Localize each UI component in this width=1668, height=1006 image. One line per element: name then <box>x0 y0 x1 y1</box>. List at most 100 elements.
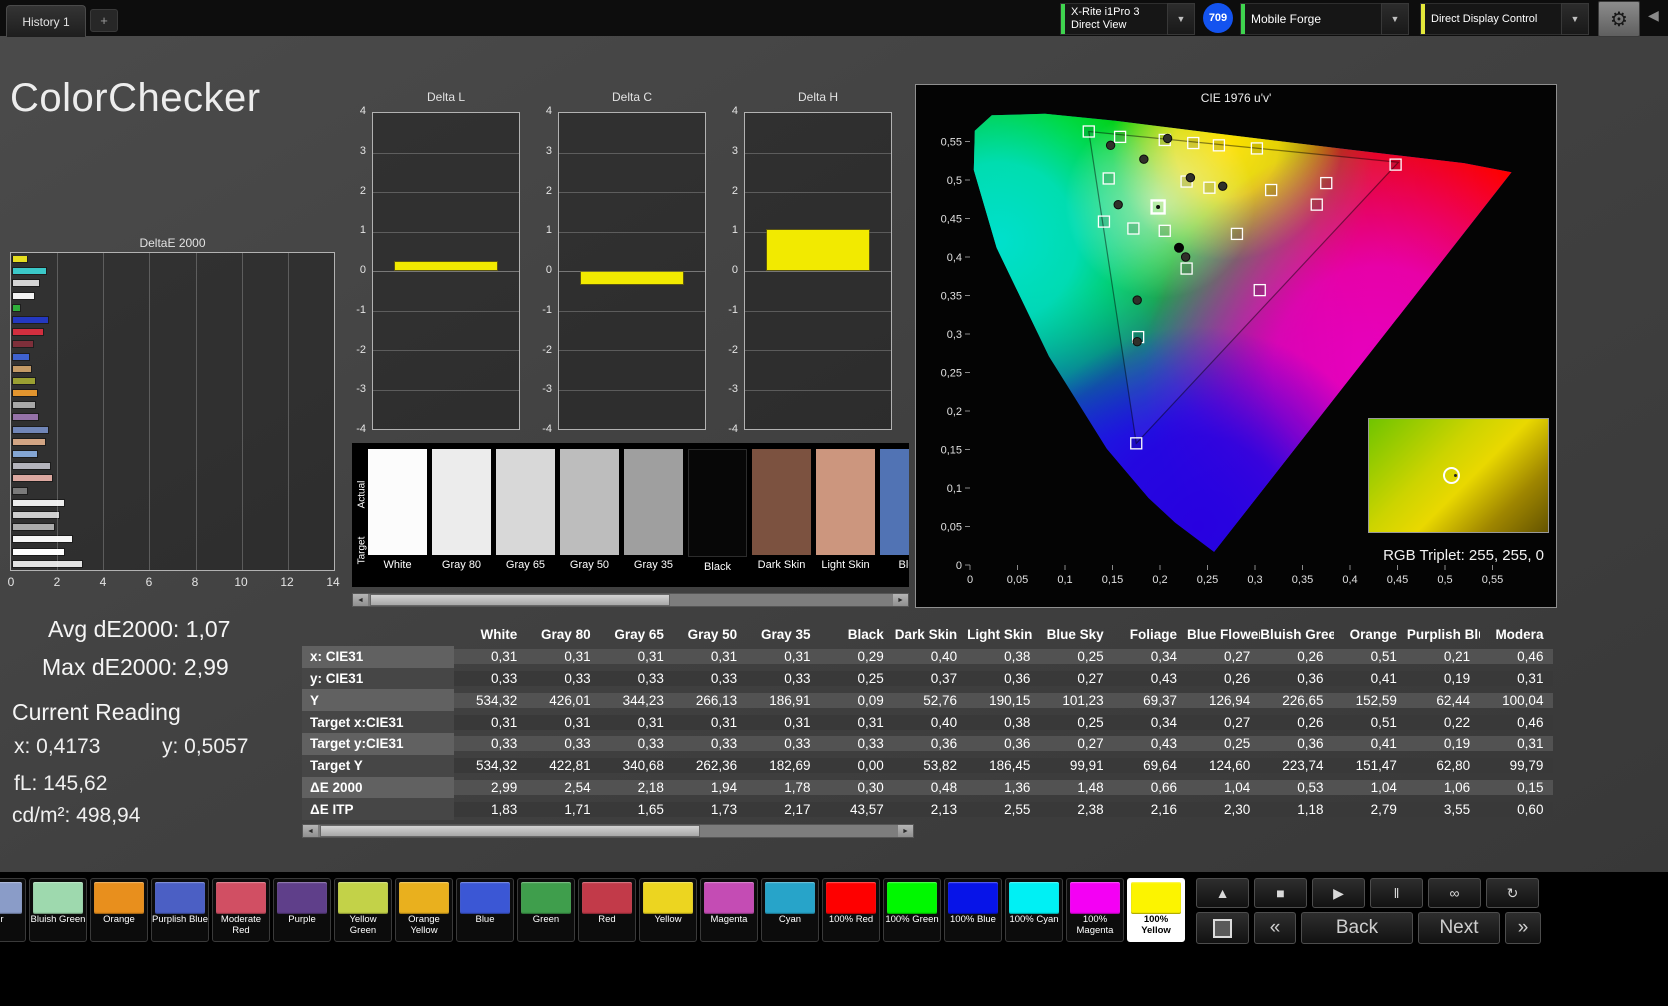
patch-button[interactable]: Purplish Blue <box>151 878 209 942</box>
x-tick-label: 8 <box>191 575 199 589</box>
collapse-up-button[interactable]: ▲ <box>1196 878 1249 908</box>
refresh-button[interactable]: ↻ <box>1486 878 1539 908</box>
refresh-icon: ↻ <box>1506 884 1519 901</box>
patch-button[interactable]: Orange Yellow <box>395 878 453 942</box>
table-scrollbar[interactable]: ◄ ► <box>302 824 914 838</box>
cie-y-tick: 0,25 <box>941 368 962 380</box>
patch-button[interactable]: 100% Green <box>883 878 941 942</box>
gridline <box>559 310 705 312</box>
patch-button[interactable]: 100% Blue <box>944 878 1002 942</box>
scroll-right-icon[interactable]: ► <box>898 825 913 837</box>
gridline <box>559 192 705 193</box>
table-cell: 1,36 <box>967 779 1041 795</box>
add-tab-button[interactable]: + <box>90 9 118 32</box>
back-skip-button[interactable]: « <box>1254 912 1296 944</box>
meter-dropdown-arrow[interactable]: ▼ <box>1167 3 1195 35</box>
table-cell: 1,06 <box>1406 779 1481 795</box>
play-button[interactable]: ▶ <box>1312 878 1365 908</box>
next-skip-button[interactable]: » <box>1505 912 1541 944</box>
table-cell: 0,31 <box>747 714 821 730</box>
swatch-strip-scrollbar[interactable]: ◄ ► <box>352 593 909 607</box>
table-cell: 190,15 <box>967 692 1041 708</box>
table-cell: 262,36 <box>673 758 748 774</box>
actual-axis-label: Actual <box>356 480 368 509</box>
patch-button[interactable]: Yellow <box>639 878 697 942</box>
table-cell: 0,51 <box>1333 714 1407 730</box>
patch-button[interactable]: 100% Magenta <box>1066 878 1124 942</box>
table-cell: 0,31 <box>454 714 528 730</box>
target-marker <box>1102 172 1115 185</box>
source-dropdown-arrow[interactable]: ▼ <box>1381 3 1409 35</box>
cie-x-tick: 0,1 <box>1057 574 1072 586</box>
scrollbar-thumb[interactable] <box>320 825 700 837</box>
patch-button-partial[interactable]: ver <box>0 878 26 942</box>
deltae-bar <box>13 560 82 567</box>
patch-swatch: Gray 35 <box>624 449 683 571</box>
scroll-left-icon[interactable]: ◄ <box>303 825 318 837</box>
collapse-panel-button[interactable]: ◀ <box>1648 7 1659 24</box>
patch-button[interactable]: Blue <box>456 878 514 942</box>
scroll-right-icon[interactable]: ► <box>893 594 908 606</box>
measurement-marker <box>1218 181 1228 191</box>
patch-button[interactable]: Cyan <box>761 878 819 942</box>
delta-c-bar <box>580 272 684 284</box>
table-cell: 0,25 <box>1186 736 1261 752</box>
scrollbar-track[interactable] <box>318 825 898 837</box>
table-cell: 0,25 <box>1040 714 1114 730</box>
meter-dropdown[interactable]: X-Rite i1Pro 3 Direct View <box>1060 3 1168 35</box>
target-marker <box>1158 224 1171 237</box>
scroll-left-icon[interactable]: ◄ <box>353 594 368 606</box>
scrollbar-track[interactable] <box>368 594 893 606</box>
patch-button[interactable]: Magenta <box>700 878 758 942</box>
deltae-bar <box>13 475 53 482</box>
gridline <box>103 253 105 570</box>
patch-name: Black <box>704 561 731 573</box>
patch-button-label: Blue <box>475 914 495 925</box>
scrollbar-thumb[interactable] <box>370 594 670 606</box>
selected-color-inset <box>1368 418 1549 533</box>
table-cell: 1,78 <box>747 779 821 795</box>
inset-measurement-dot <box>1454 474 1457 477</box>
table-cell: 1,83 <box>454 801 528 817</box>
patch-button[interactable]: Moderate Red <box>212 878 270 942</box>
patch-preview-strip: Actual Target White Gray 80 Gray 65 Gray 50… <box>352 443 909 587</box>
table-cell: 2,38 <box>1040 801 1114 817</box>
colorspace-709-badge[interactable]: 709 <box>1203 3 1233 33</box>
table-cell: 186,45 <box>967 758 1041 774</box>
deltae-bar <box>13 304 20 311</box>
table-cell: 0,31 <box>673 649 748 665</box>
pause-button[interactable]: ‖ <box>1370 878 1423 908</box>
patch-button[interactable]: 100% Cyan <box>1005 878 1063 942</box>
patch-button[interactable]: Purple <box>273 878 331 942</box>
patch-button[interactable]: 100% Yellow <box>1127 878 1185 942</box>
patch-name: Gray 65 <box>505 559 546 571</box>
table-cell: 0,43 <box>1113 736 1187 752</box>
table-cell: 2,13 <box>893 801 968 817</box>
display-control-dropdown-arrow[interactable]: ▼ <box>1561 3 1589 35</box>
table-cell: 0,33 <box>527 736 601 752</box>
loop-button[interactable]: ∞ <box>1428 878 1481 908</box>
patch-button[interactable]: Green <box>517 878 575 942</box>
deltae-chart-title: DeltaE 2000 <box>139 236 206 250</box>
column-header: White <box>480 627 518 643</box>
patch-button[interactable]: Bluish Green <box>29 878 87 942</box>
cie-y-tick: 0,4 <box>947 252 962 264</box>
cie-y-tick: 0,45 <box>941 214 962 226</box>
pattern-window-button[interactable] <box>1196 912 1249 944</box>
cie-x-tick: 0,25 <box>1197 574 1218 586</box>
next-button[interactable]: Next <box>1418 912 1500 944</box>
patch-button[interactable]: Red <box>578 878 636 942</box>
stop-button[interactable]: ■ <box>1254 878 1307 908</box>
settings-button[interactable]: ⚙ <box>1598 1 1640 37</box>
patch-button[interactable]: Orange <box>90 878 148 942</box>
table-cell: 0,33 <box>600 670 674 686</box>
display-control-dropdown[interactable]: Direct Display Control <box>1420 3 1562 35</box>
source-dropdown[interactable]: Mobile Forge <box>1240 3 1382 35</box>
target-marker <box>1264 183 1278 197</box>
inset-measurement-marker <box>1443 467 1460 484</box>
patch-name: Light Skin <box>821 559 870 571</box>
patch-button[interactable]: 100% Red <box>822 878 880 942</box>
back-button[interactable]: Back <box>1301 912 1413 944</box>
tab-history-1[interactable]: History 1 <box>6 5 86 37</box>
patch-button[interactable]: Yellow Green <box>334 878 392 942</box>
